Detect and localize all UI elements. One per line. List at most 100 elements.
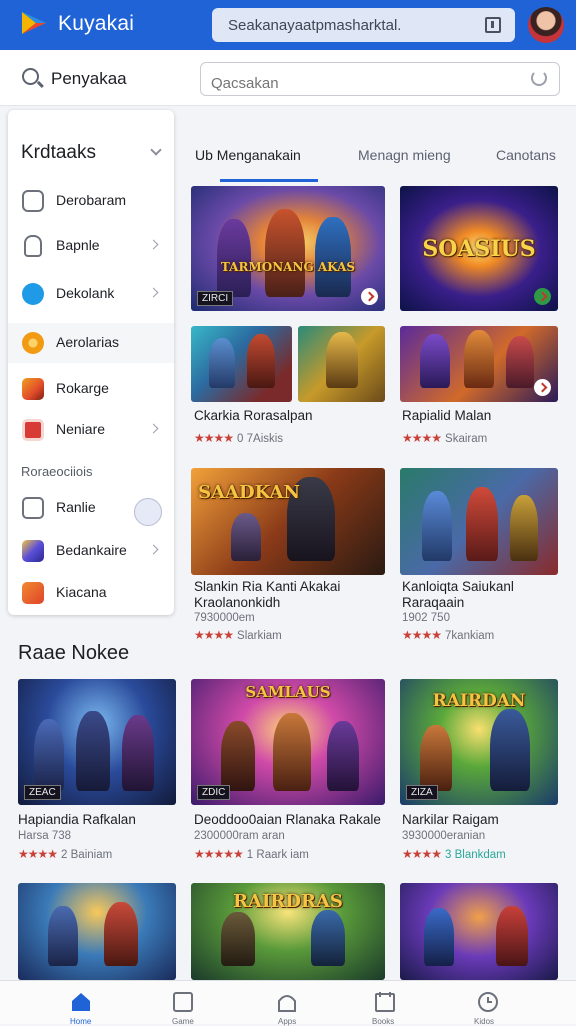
game-banner: TARMONANG AKAS: [220, 260, 356, 274]
qr-icon[interactable]: [485, 17, 501, 33]
play-icon[interactable]: [534, 379, 551, 396]
sidebar-item-kiacana[interactable]: Kiacana: [8, 573, 174, 613]
nav-label: Home: [70, 1017, 92, 1026]
rating-count: 2 Bainiam: [61, 849, 113, 861]
featured-card-1[interactable]: TARMONANG AKAS ZIRCI: [191, 186, 385, 311]
sidebar-item-label: Bapnle: [56, 237, 100, 253]
game-icon: [22, 378, 44, 400]
sidebar-item-label: Neniare: [56, 421, 106, 437]
sidebar-item-label: Rokarge: [56, 380, 109, 396]
tab-canotans[interactable]: Canotans: [496, 147, 556, 163]
game-rating: ★★★★ Slarkiam: [194, 628, 282, 642]
sidebar-item-neniare[interactable]: Neniare: [8, 410, 174, 450]
game-title[interactable]: Kanloiqta Saiukanl Raraqaain: [402, 579, 558, 611]
nav-label: Apps: [278, 1017, 297, 1026]
game-card-thumb[interactable]: SAADKAN: [191, 468, 385, 575]
sidebar-section-label: Roraeociiois: [21, 464, 93, 479]
rating-stars: ★★★★★: [194, 847, 244, 861]
search-input[interactable]: [200, 62, 560, 96]
sidebar-item-bapnle[interactable]: Bapnle: [8, 226, 174, 266]
top-search-bar[interactable]: Seakanayaatpmasharktal.: [212, 8, 515, 42]
game-title[interactable]: Ckarkia Rorasalpan: [194, 408, 384, 424]
sidebar-item-ranlie[interactable]: Ranlie: [8, 488, 174, 528]
game-banner: RAIRDRAS: [233, 891, 343, 912]
calendar-icon[interactable]: [374, 991, 396, 1013]
game-tag: ZIRCI: [197, 291, 234, 306]
sidebar-item-aerolarias[interactable]: Aerolarias: [8, 323, 174, 363]
game-title[interactable]: Slankin Ria Kanti Akakai Kraolanonkidh: [194, 579, 374, 611]
game-title[interactable]: Deoddoo0aian Rlanaka Rakale: [194, 812, 384, 828]
sidebar-item-derobaram[interactable]: Derobaram: [8, 181, 174, 221]
game-card-thumb[interactable]: [191, 326, 292, 402]
palette-icon: [22, 540, 44, 562]
content-tabs: Ub Menganakain Menagn mieng Canotans: [176, 130, 576, 182]
chevron-right-icon: [148, 287, 159, 298]
nav-label: Books: [372, 1017, 395, 1026]
rating-stars: ★★★★: [194, 431, 234, 445]
search-icon[interactable]: [22, 68, 39, 85]
sidebar-item-label: Bedankaire: [56, 542, 127, 558]
game-banner: SOASIUS: [422, 236, 536, 262]
sidebar-item-rokarge[interactable]: Rokarge: [8, 369, 174, 409]
game-banner: SAADKAN: [198, 482, 300, 503]
game-card-thumb[interactable]: SAMLAUS ZDIC: [191, 679, 385, 805]
sidebar-item-bedankaire[interactable]: Bedankaire: [8, 531, 174, 571]
game-card-thumb[interactable]: ZEAC: [18, 679, 176, 805]
tab-menganakain[interactable]: Ub Menganakain: [195, 147, 301, 163]
rating-stars: ★★★★: [194, 628, 234, 642]
chevron-down-icon[interactable]: [150, 144, 162, 156]
game-rating: ★★★★ Skairam: [402, 431, 487, 445]
toggle-switch[interactable]: [134, 498, 162, 526]
game-card-thumb[interactable]: [400, 468, 558, 575]
badge-icon: [22, 419, 44, 441]
game-card-thumb[interactable]: RAIRDRAS: [191, 883, 385, 980]
sidebar-item-label: Aerolarias: [56, 334, 120, 350]
game-card-thumb[interactable]: [298, 326, 385, 402]
game-rating: ★★★★ 0 7Aiskis: [194, 431, 283, 445]
game-title[interactable]: Narkilar Raigam: [402, 812, 558, 828]
game-subtitle: 3930000eranian: [402, 830, 486, 842]
nav-label: Kidos: [474, 1017, 495, 1026]
play-icon[interactable]: [534, 288, 551, 305]
monitor-icon: [22, 190, 44, 212]
section-title: Raae Nokee: [18, 642, 130, 664]
home-icon[interactable]: [70, 991, 92, 1013]
game-card-thumb[interactable]: [18, 883, 176, 980]
tab-indicator: [220, 179, 318, 182]
rating-stars: ★★★★: [402, 847, 442, 861]
sidebar-item-label: Ranlie: [56, 499, 96, 515]
sidebar-item-dekolank[interactable]: Dekolank: [8, 274, 174, 314]
avatar[interactable]: [528, 7, 564, 43]
rating-count: Skairam: [445, 433, 488, 445]
tablet-icon[interactable]: [172, 991, 194, 1013]
featured-card-2[interactable]: SOASIUS: [400, 186, 558, 311]
app-header: Kuyakai Seakanayaatpmasharktal.: [0, 0, 576, 50]
refresh-icon[interactable]: [531, 70, 547, 86]
rating-stars: ★★★★: [402, 431, 442, 445]
sidebar-title[interactable]: Krdtaaks: [21, 142, 96, 164]
game-card-thumb[interactable]: [400, 326, 558, 402]
game-subtitle: Harsa 738: [18, 830, 72, 842]
game-card-thumb[interactable]: RAIRDAN ZIZA: [400, 679, 558, 805]
game-title[interactable]: Rapialid Malan: [402, 408, 558, 424]
flame-icon: [22, 582, 44, 604]
game-rating: ★★★★★ 1 Raark iam: [194, 847, 309, 861]
search-label[interactable]: Penyakaa: [51, 69, 127, 89]
game-subtitle: 1902 750: [402, 612, 450, 624]
rating-count: 1 Raark iam: [246, 849, 309, 861]
rating-count: 7kankiam: [445, 630, 495, 642]
game-rating: ★★★★ 7kankiam: [402, 628, 494, 642]
game-card-thumb[interactable]: [400, 883, 558, 980]
game-banner: SAMLAUS: [245, 683, 331, 701]
bag-icon[interactable]: [276, 991, 298, 1013]
play-icon[interactable]: [361, 288, 378, 305]
game-tag: ZEAC: [24, 785, 61, 800]
top-search-text: Seakanayaatpmasharktal.: [228, 17, 402, 34]
tab-menagn-mieng[interactable]: Menagn mieng: [358, 147, 451, 163]
puzzle-icon: [22, 497, 44, 519]
rating-count: 0 7Aiskis: [237, 433, 284, 445]
game-title[interactable]: Hapiandia Rafkalan: [18, 812, 178, 828]
clock-icon[interactable]: [477, 991, 499, 1013]
category-sidebar: Krdtaaks Derobaram Bapnle Dekolank Aerol…: [8, 110, 174, 615]
chevron-right-icon: [148, 544, 159, 555]
